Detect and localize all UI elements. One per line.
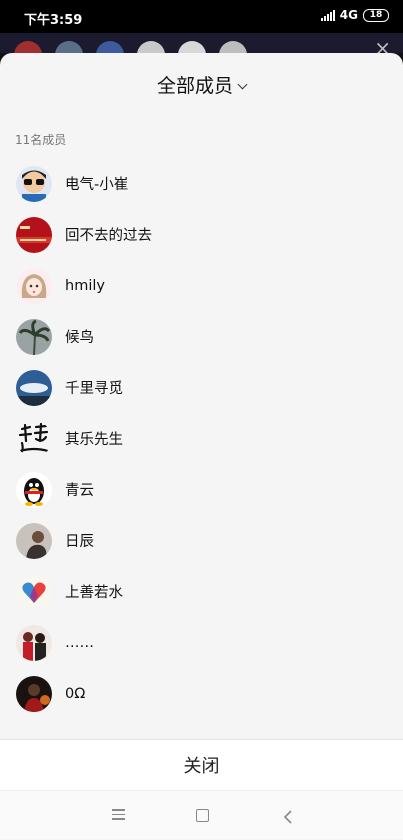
system-nav-bar: [0, 790, 403, 839]
background-avatar: [55, 41, 83, 53]
sheet-title-text: 全部成员: [156, 75, 233, 97]
battery-icon: 18: [363, 8, 389, 22]
background-close-icon: ×: [374, 36, 391, 53]
background-avatar: [178, 41, 206, 53]
girl-avatar-icon: [16, 267, 52, 304]
network-type: 4G: [339, 8, 358, 22]
member-item[interactable]: 青云: [0, 464, 403, 515]
member-item[interactable]: 回不去的过去: [0, 209, 403, 260]
palm-tree-avatar-icon: [16, 318, 52, 355]
background-avatar: [96, 41, 124, 53]
member-name: 青云: [65, 483, 94, 499]
member-item[interactable]: 千里寻觅: [0, 362, 403, 413]
red-banner-avatar-icon: [16, 216, 52, 253]
person-avatar-icon: [16, 522, 52, 559]
menu-icon[interactable]: [112, 807, 128, 823]
member-item[interactable]: 其乐先生: [0, 413, 403, 464]
background-avatar: [14, 41, 42, 53]
couple-avatar-icon: [16, 624, 52, 661]
member-name: 上善若水: [65, 585, 123, 601]
member-name: 电气-小崔: [65, 177, 129, 193]
cartoon-avatar-icon: [16, 165, 52, 202]
member-item[interactable]: 电气-小崔: [0, 158, 403, 209]
background-avatar: [219, 41, 247, 53]
member-item[interactable]: ……: [0, 617, 403, 668]
background-avatar: [137, 41, 165, 53]
status-time: 下午3:59: [24, 13, 83, 28]
chevron-down-icon: [237, 79, 248, 90]
signal-icon: [320, 9, 335, 21]
background-avatar-strip: ×: [0, 33, 403, 53]
member-item[interactable]: 上善若水: [0, 566, 403, 617]
basketball-avatar-icon: [16, 675, 52, 712]
member-item[interactable]: 日辰: [0, 515, 403, 566]
penguin-avatar-icon: [16, 471, 52, 508]
member-item[interactable]: hmily: [0, 260, 403, 311]
members-sheet: 全部成员 11名成员 电气-小崔 回不去的过去 hmily 候鸟 千里寻觅 其乐…: [0, 53, 403, 840]
member-name: 日辰: [65, 534, 94, 550]
heart-avatar-icon: [16, 573, 52, 610]
home-icon[interactable]: [196, 809, 209, 822]
status-indicators: 4G 18: [320, 8, 389, 22]
battery-level: 18: [369, 9, 383, 20]
sky-landscape-avatar-icon: [16, 369, 52, 406]
member-name: hmily: [65, 277, 105, 294]
back-icon[interactable]: [283, 809, 299, 825]
calligraphy-avatar-icon: [16, 420, 52, 457]
member-list: 电气-小崔 回不去的过去 hmily 候鸟 千里寻觅 其乐先生 青云 日辰 上善…: [0, 158, 403, 719]
member-name: 回不去的过去: [65, 228, 152, 244]
member-count: 11名成员: [15, 133, 67, 147]
status-bar: 下午3:59 4G 18: [0, 0, 403, 33]
member-item[interactable]: 候鸟: [0, 311, 403, 362]
member-name: 0Ω: [65, 685, 86, 702]
member-item[interactable]: 0Ω: [0, 668, 403, 719]
member-name: 其乐先生: [65, 432, 123, 448]
sheet-title[interactable]: 全部成员: [0, 71, 403, 98]
member-name: ……: [65, 634, 94, 651]
member-name: 候鸟: [65, 330, 94, 346]
member-name: 千里寻觅: [65, 381, 123, 397]
close-button[interactable]: 关闭: [0, 740, 403, 790]
